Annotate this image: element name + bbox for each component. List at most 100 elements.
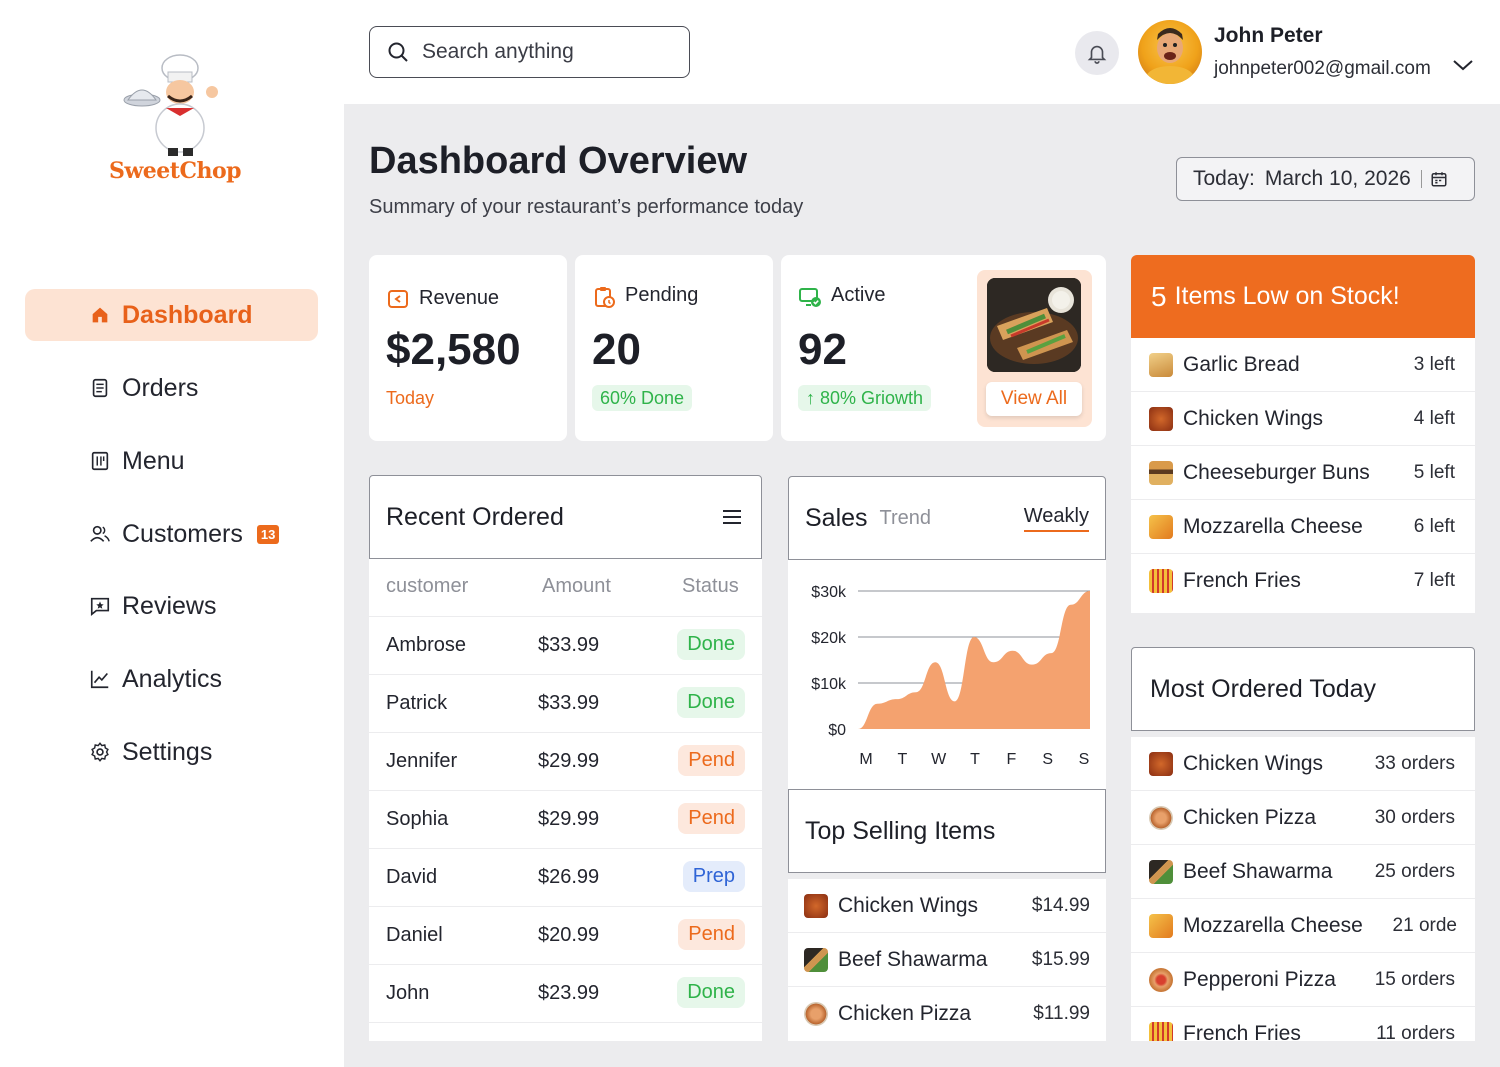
featured-dish-card: View All <box>977 270 1092 427</box>
table-row[interactable]: Patrick $33.99 Done <box>369 675 762 733</box>
sidebar: SweetChop Dashboard Orders Menu Customer… <box>0 0 344 1067</box>
table-row[interactable]: John $23.99 Done <box>369 965 762 1023</box>
sidebar-item-settings[interactable]: Settings <box>25 726 318 778</box>
table-row[interactable]: Daniel $20.99 Pend <box>369 907 762 965</box>
recent-ordered-title: Recent Ordered <box>386 502 564 531</box>
customer-name: John <box>386 982 430 1004</box>
list-item[interactable]: Beef Shawarma $15.99 <box>788 933 1106 987</box>
y-tick-label: $20k <box>811 630 847 647</box>
list-item[interactable]: Chicken Wings 33 orders <box>1131 737 1475 791</box>
low-stock-title: Items Low on Stock! <box>1174 282 1400 310</box>
menu-book-icon <box>91 451 109 471</box>
search-input[interactable] <box>422 40 672 64</box>
sidebar-item-customers[interactable]: Customers 13 <box>25 508 318 560</box>
search-box[interactable] <box>369 26 690 78</box>
item-price: $11.99 <box>1033 1003 1090 1024</box>
customer-name: David <box>386 866 438 888</box>
most-ordered-title: Most Ordered Today <box>1150 674 1377 703</box>
bell-icon <box>1087 45 1107 64</box>
list-item[interactable]: Beef Shawarma 25 orders <box>1131 845 1475 899</box>
item-name: Beef Shawarma <box>1183 859 1333 883</box>
garlic-bread-icon <box>1149 352 1173 377</box>
low-stock-list: Garlic Bread 3 left Chicken Wings 4 left… <box>1131 338 1475 613</box>
pepperoni-pizza-icon <box>1149 967 1173 992</box>
revenue-icon <box>388 290 408 308</box>
brand-logo[interactable]: SweetChop <box>100 50 250 190</box>
list-item[interactable]: Mozzarella Cheese 6 left <box>1131 500 1475 554</box>
table-row[interactable]: Sophia $29.99 Pend <box>369 791 762 849</box>
date-picker[interactable]: Today: March 10, 2026 <box>1176 157 1475 201</box>
view-all-button[interactable]: View All <box>986 382 1082 416</box>
customer-name: Patrick <box>386 692 448 714</box>
home-icon <box>92 307 108 323</box>
hamburger-menu-icon[interactable] <box>721 508 743 526</box>
chicken-wings-icon <box>1149 751 1173 776</box>
receipt-icon <box>92 378 108 398</box>
sidebar-item-label: Orders <box>122 373 199 402</box>
list-item[interactable]: Chicken Pizza 30 orders <box>1131 791 1475 845</box>
x-tick-label: W <box>931 751 947 768</box>
list-item[interactable]: Chicken Wings 4 left <box>1131 392 1475 446</box>
list-item[interactable]: Chicken Wings $14.99 <box>788 879 1106 933</box>
column-header-status: Status <box>682 575 739 597</box>
shawarma-icon <box>1149 859 1173 884</box>
list-item[interactable]: Cheeseburger Buns 5 left <box>1131 446 1475 500</box>
search-icon <box>388 42 408 62</box>
item-name: Beef Shawarma <box>838 947 988 971</box>
table-row[interactable]: David $26.99 Prep <box>369 849 762 907</box>
chef-mascot-icon <box>123 54 218 156</box>
list-item[interactable]: French Fries 7 left <box>1131 554 1475 608</box>
gear-icon <box>91 742 109 762</box>
period-selector[interactable]: Weakly <box>1023 505 1089 532</box>
french-fries-icon <box>1149 569 1173 593</box>
top-selling-title: Top Selling Items <box>805 816 996 845</box>
order-amount: $26.99 <box>538 866 600 888</box>
list-item[interactable]: Garlic Bread 3 left <box>1131 338 1475 392</box>
sidebar-item-menu[interactable]: Menu <box>25 435 318 487</box>
sidebar-item-label: Customers <box>122 519 243 548</box>
x-tick-label: M <box>859 751 872 768</box>
revenue-value: $2,580 <box>386 325 521 374</box>
list-item[interactable]: Pepperoni Pizza 15 orders <box>1131 953 1475 1007</box>
item-stock: 5 left <box>1413 461 1455 483</box>
list-item[interactable]: Chicken Pizza $11.99 <box>788 987 1106 1041</box>
customer-name: Jennifer <box>386 750 458 772</box>
chevron-down-icon[interactable] <box>1452 58 1474 72</box>
notifications-button[interactable] <box>1075 31 1119 75</box>
user-name[interactable]: John Peter <box>1214 24 1323 48</box>
sidebar-item-orders[interactable]: Orders <box>25 362 318 414</box>
active-growth: ↑ 80% Griowth <box>798 385 932 411</box>
sidebar-item-reviews[interactable]: Reviews <box>25 580 318 632</box>
shawarma-plate-icon <box>987 278 1081 372</box>
order-amount: $20.99 <box>538 924 600 946</box>
column-header-customer: customer <box>386 575 469 597</box>
order-amount: $33.99 <box>538 692 600 714</box>
sales-area <box>858 591 1090 729</box>
item-name: Cheeseburger Buns <box>1183 460 1370 484</box>
pending-progress-pill: 60% Done <box>592 385 693 411</box>
order-amount: $29.99 <box>538 808 600 830</box>
item-stock: 3 left <box>1413 353 1455 375</box>
list-item[interactable]: Mozzarella Cheese 21 orde <box>1131 899 1475 953</box>
customer-name: Sophia <box>386 808 449 830</box>
table-row[interactable]: Ambrose $33.99 Done <box>369 617 762 675</box>
avatar[interactable] <box>1138 20 1202 84</box>
top-selling-header: Top Selling Items <box>788 789 1106 873</box>
pending-card: Pending 20 60% Done <box>575 255 773 441</box>
low-stock-header: 5 Items Low on Stock! <box>1131 255 1475 338</box>
pending-label: Pending <box>625 284 699 306</box>
item-name: Chicken Pizza <box>1183 805 1317 829</box>
list-item[interactable]: French Fries 11 orders <box>1131 1007 1475 1041</box>
order-amount: $23.99 <box>538 982 600 1004</box>
sidebar-item-analytics[interactable]: Analytics <box>25 653 318 705</box>
sidebar-item-dashboard[interactable]: Dashboard <box>25 289 318 341</box>
item-name: Chicken Wings <box>1183 406 1324 430</box>
item-name: Pepperoni Pizza <box>1183 967 1336 991</box>
table-row[interactable]: Jennifer $29.99 Pend <box>369 733 762 791</box>
item-name: French Fries <box>1183 1022 1301 1041</box>
y-tick-label: $0 <box>828 722 846 739</box>
page-title: Dashboard Overview <box>369 140 748 182</box>
shawarma-icon <box>804 947 828 972</box>
item-name: Chicken Pizza <box>838 1002 972 1025</box>
clipboard-clock-icon <box>595 287 615 308</box>
